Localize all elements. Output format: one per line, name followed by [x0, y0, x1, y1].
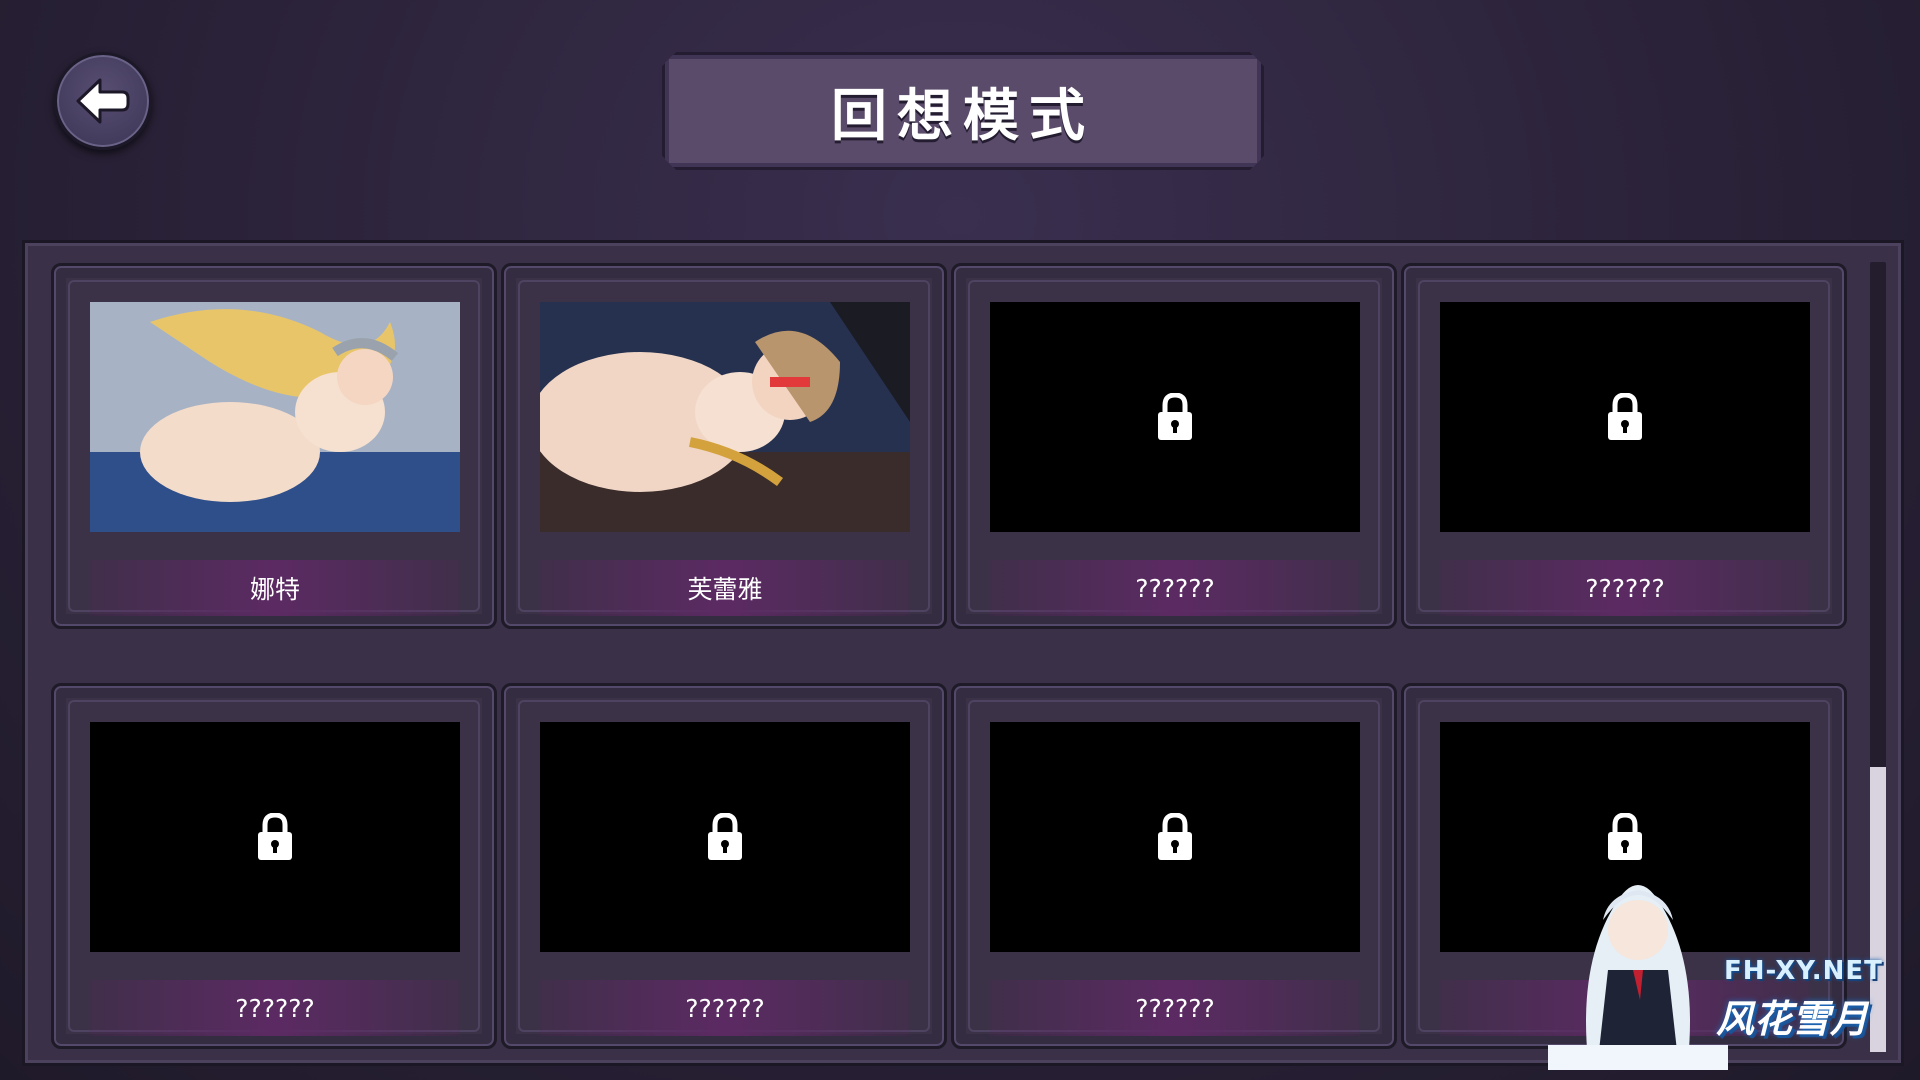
lock-icon [1158, 813, 1192, 860]
thumbnail-art-1 [90, 302, 460, 532]
locked-thumbnail [990, 722, 1360, 952]
locked-thumbnail [1440, 302, 1810, 532]
gallery-card[interactable]: 娜特 [51, 263, 497, 629]
watermark-character-art [1548, 885, 1728, 1070]
watermark: FH-XY.NET 风花雪月 [1548, 860, 1898, 1070]
card-label-bar: ?????? [90, 980, 460, 1036]
card-label: 娜特 [249, 575, 300, 604]
lock-icon [708, 813, 742, 860]
card-label: 芙蕾雅 [687, 575, 763, 604]
card-label-bar: 娜特 [90, 560, 460, 616]
gallery-card[interactable]: ?????? [951, 683, 1397, 1049]
locked-thumbnail [990, 302, 1360, 532]
title-plate: 回想模式 [662, 52, 1264, 170]
card-label: ?????? [1135, 993, 1215, 1023]
card-label: ?????? [235, 993, 315, 1023]
gallery-card[interactable]: ?????? [501, 683, 947, 1049]
scene-thumbnail [90, 302, 460, 532]
thumbnail-art-2 [540, 302, 910, 532]
card-label: ?????? [1135, 573, 1215, 603]
page-title: 回想模式 [831, 83, 1095, 149]
arrow-left-icon [76, 78, 130, 124]
card-label: ?????? [1585, 573, 1665, 603]
card-label-bar: 芙蕾雅 [540, 560, 910, 616]
watermark-site: FH-XY.NET [1724, 956, 1883, 986]
card-label-bar: ?????? [1440, 560, 1810, 616]
back-button[interactable] [54, 52, 152, 150]
card-label-bar: ?????? [990, 980, 1360, 1036]
lock-icon [1608, 393, 1642, 440]
lock-icon [1608, 813, 1642, 860]
watermark-name: 风花雪月 [1716, 997, 1869, 1041]
lock-icon [1158, 393, 1192, 440]
gallery-card[interactable]: ?????? [951, 263, 1397, 629]
card-label-bar: ?????? [990, 560, 1360, 616]
scene-thumbnail [540, 302, 910, 532]
locked-thumbnail [90, 722, 460, 952]
card-label-bar: ?????? [540, 980, 910, 1036]
locked-thumbnail [540, 722, 910, 952]
card-label: ?????? [685, 993, 765, 1023]
gallery-card[interactable]: 芙蕾雅 [501, 263, 947, 629]
gallery-card[interactable]: ?????? [1401, 263, 1847, 629]
gallery-card[interactable]: ?????? [51, 683, 497, 1049]
lock-icon [258, 813, 292, 860]
